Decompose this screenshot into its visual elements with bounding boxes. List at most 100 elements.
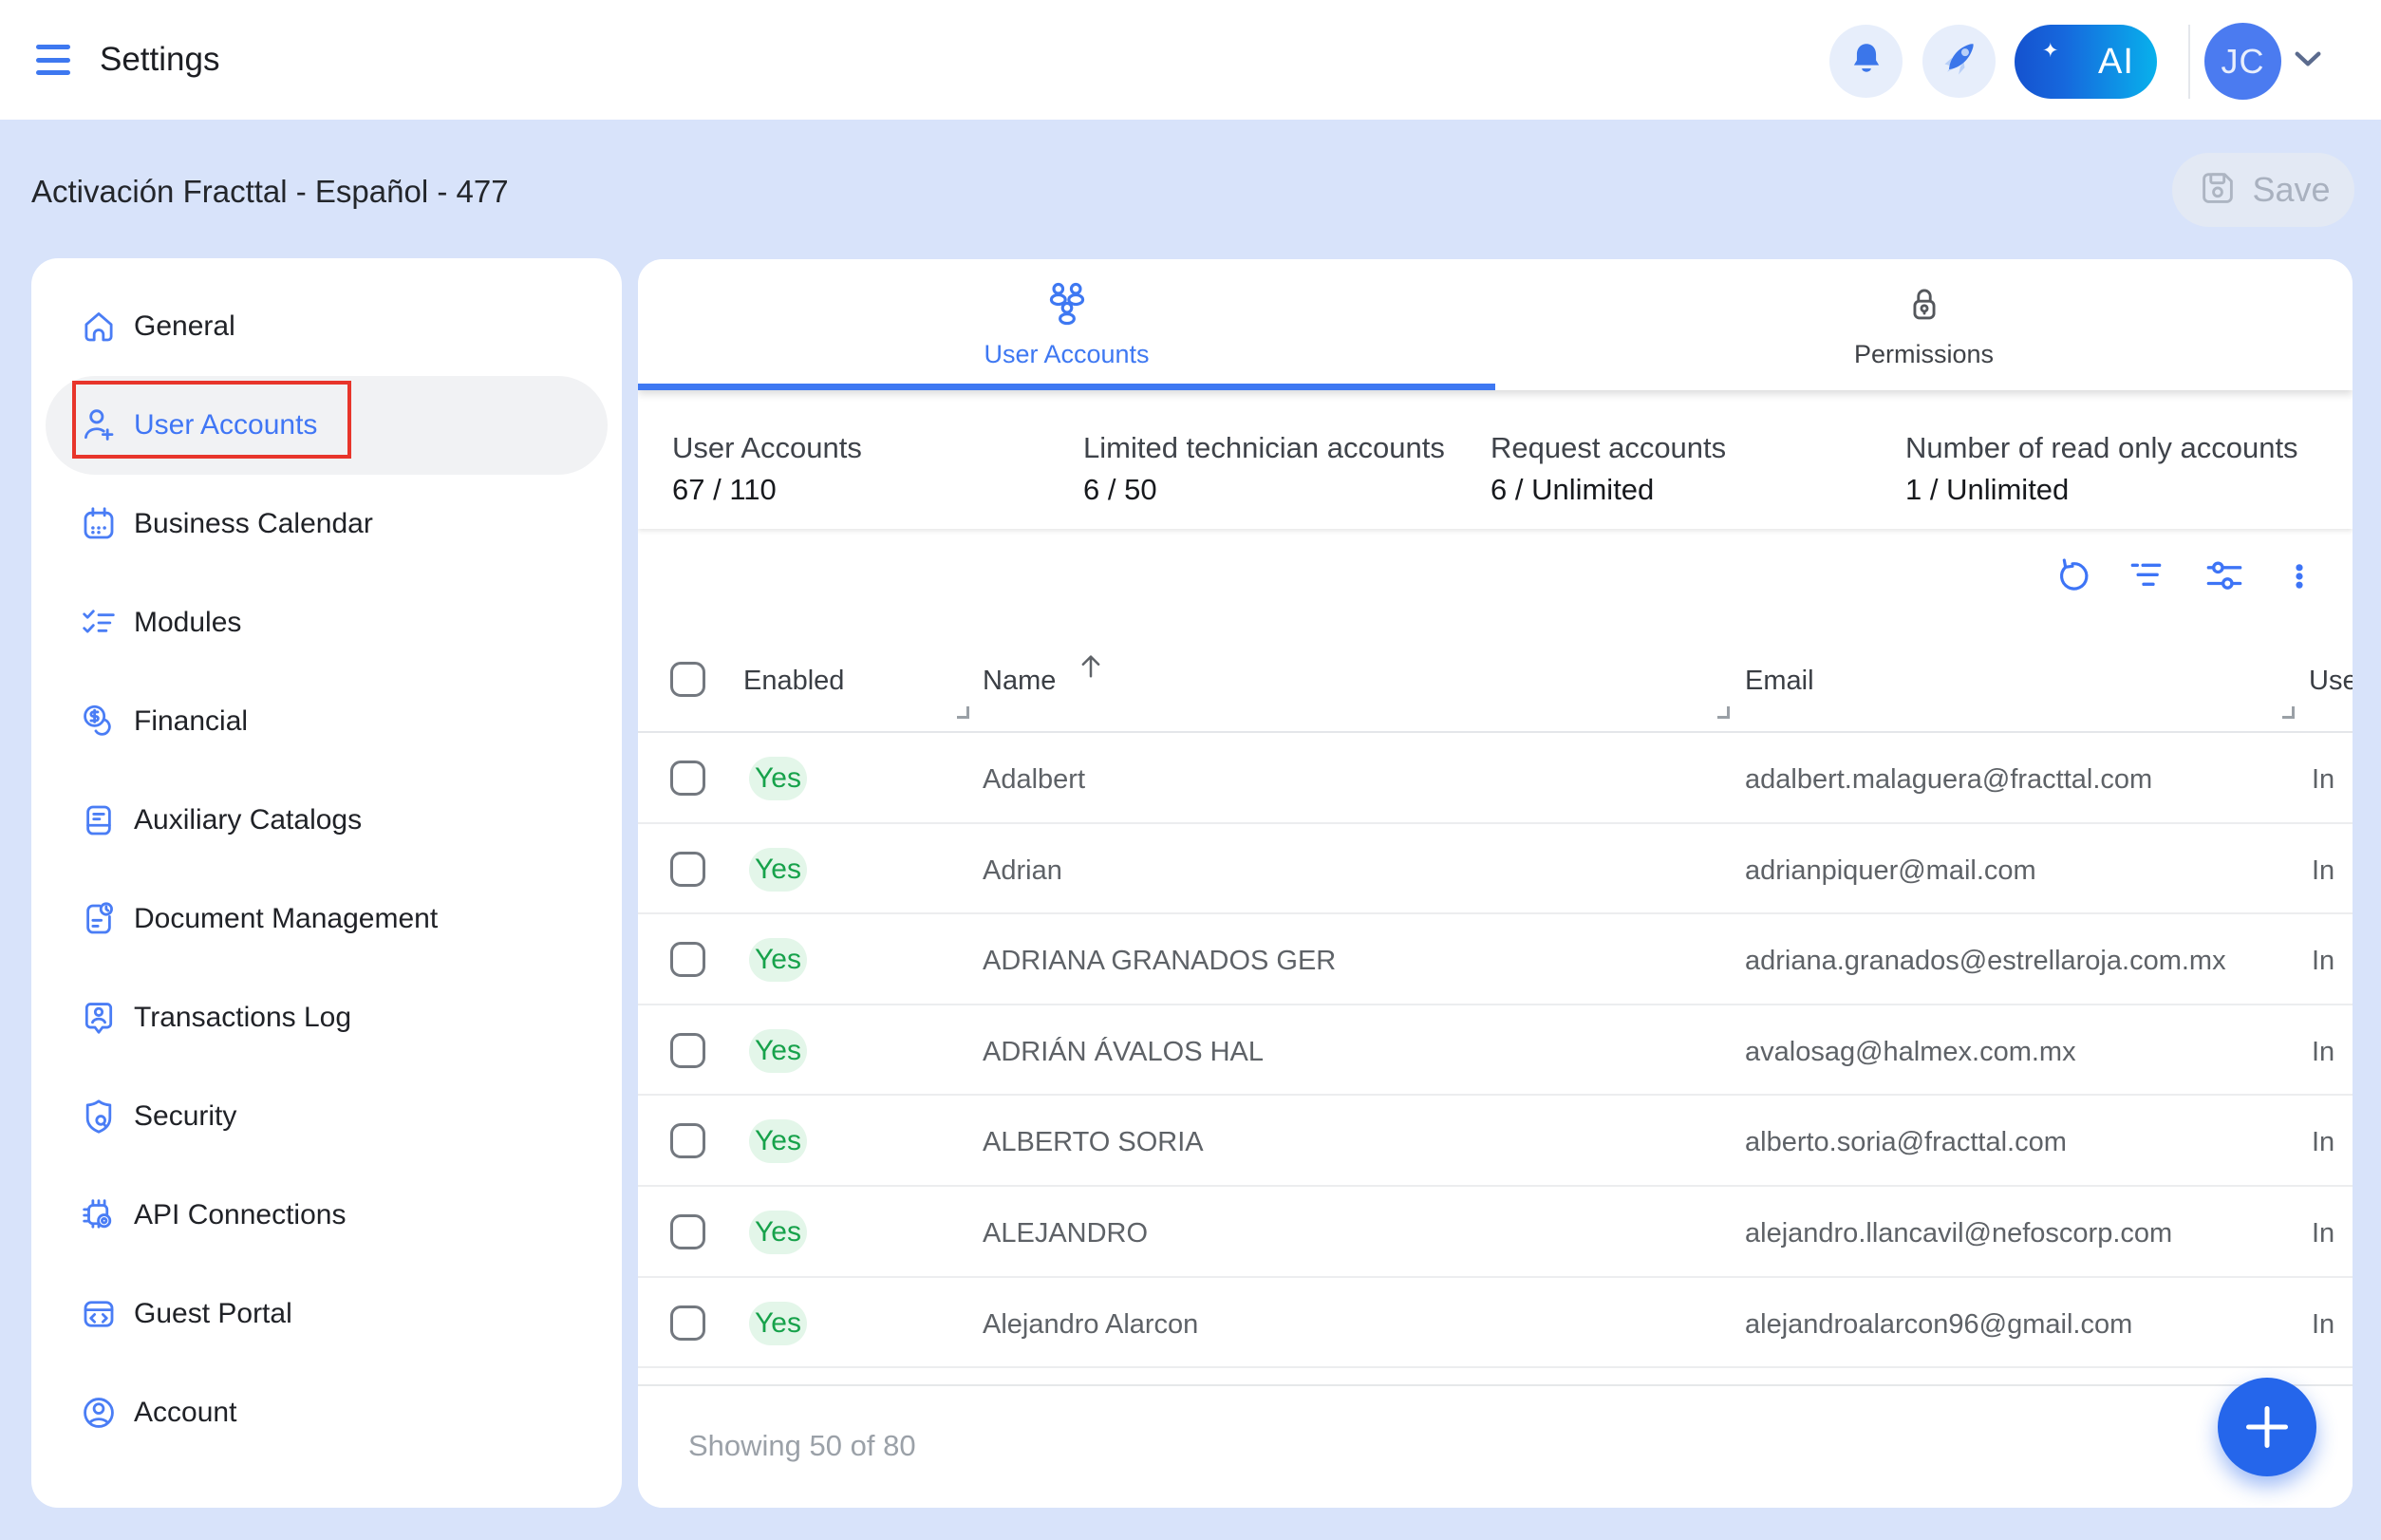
- table-row[interactable]: YesALBERTO SORIAalberto.soria@fracttal.c…: [638, 1096, 2353, 1187]
- table-row[interactable]: YesAdrianadrianpiquer@mail.comIn: [638, 824, 2353, 915]
- table-row[interactable]: YesALEJANDROalejandro.llancavil@nefoscor…: [638, 1187, 2353, 1278]
- sparkle-icon: ✦: [2042, 39, 2059, 63]
- sidebar-item-document-management[interactable]: Document Management: [46, 870, 608, 968]
- account-stats: User Accounts67 / 110Limited technician …: [638, 390, 2353, 529]
- row-checkbox[interactable]: [670, 852, 705, 887]
- tab-permissions[interactable]: Permissions: [1495, 259, 2353, 390]
- avatar[interactable]: JC: [2204, 23, 2281, 100]
- cell-email: adriana.granados@estrellaroja.com.mx: [1745, 946, 2226, 977]
- cell-email: adalbert.malaguera@fracttal.com: [1745, 764, 2152, 796]
- sidebar-item-api-connections[interactable]: API Connections: [46, 1166, 608, 1265]
- column-resize-handle[interactable]: [2282, 706, 2295, 719]
- home-icon: [79, 307, 119, 347]
- stat-request-accounts: Request accounts 6 / Unlimited: [1490, 433, 1726, 505]
- chip-gear-icon: [79, 1195, 119, 1235]
- sidebar-item-financial[interactable]: Financial: [46, 672, 608, 771]
- save-button[interactable]: Save: [2172, 153, 2354, 227]
- column-resize-handle[interactable]: [1717, 706, 1730, 719]
- page-title: Settings: [100, 0, 219, 120]
- table-row[interactable]: YesAlejandro Alarconalejandroalarcon96@g…: [638, 1278, 2353, 1369]
- user-add-icon: [79, 405, 119, 445]
- ai-assistant-button[interactable]: ✦ AI: [2015, 25, 2157, 99]
- menu-icon[interactable]: [36, 45, 70, 75]
- tab-label: User Accounts: [984, 340, 1149, 369]
- column-header-email[interactable]: Email: [1745, 666, 1814, 697]
- sort-ascending-icon[interactable]: [1077, 651, 1105, 685]
- add-user-button[interactable]: [2218, 1378, 2316, 1476]
- table-toolbar: [638, 529, 2353, 627]
- sidebar-item-label: Document Management: [134, 903, 438, 935]
- checklist-icon: [79, 603, 119, 643]
- sidebar-item-account[interactable]: Account: [46, 1363, 608, 1462]
- cell-user-type: In: [2312, 1309, 2334, 1341]
- stat-label: Request accounts: [1490, 433, 1726, 463]
- stat-number-of-read-only-accounts: Number of read only accounts1 / Unlimite…: [1905, 433, 2298, 505]
- notifications-button[interactable]: [1829, 25, 1903, 98]
- catalog-icon: [79, 800, 119, 840]
- cell-user-type: In: [2312, 855, 2334, 887]
- sidebar-item-label: Auxiliary Catalogs: [134, 804, 362, 836]
- row-checkbox[interactable]: [670, 1033, 705, 1068]
- coins-icon: [79, 702, 119, 742]
- sidebar-item-user-accounts[interactable]: User Accounts: [46, 376, 608, 475]
- account-menu-chevron[interactable]: [2293, 49, 2323, 73]
- cell-name: ALBERTO SORIA: [983, 1127, 1204, 1158]
- select-all-checkbox[interactable]: [670, 662, 705, 697]
- refresh-icon[interactable]: [2053, 557, 2091, 595]
- sidebar-item-auxiliary-catalogs[interactable]: Auxiliary Catalogs: [46, 771, 608, 870]
- column-header-name[interactable]: Name: [983, 666, 1056, 697]
- sidebar-item-modules[interactable]: Modules: [46, 573, 608, 672]
- bell-icon: [1847, 39, 1886, 84]
- sidebar-item-label: API Connections: [134, 1199, 346, 1231]
- document-clock-icon: [79, 899, 119, 939]
- cell-email: alejandro.llancavil@nefoscorp.com: [1745, 1218, 2172, 1249]
- stat-value: 6 / 50: [1083, 475, 1445, 505]
- horizontal-scrollbar[interactable]: [638, 1368, 2353, 1386]
- table-row[interactable]: YesADRIÁN ÁVALOS HALavalosag@halmex.com.…: [638, 1005, 2353, 1097]
- tab-user-accounts[interactable]: User Accounts: [638, 259, 1495, 390]
- stat-value: 6 / Unlimited: [1490, 475, 1726, 505]
- row-checkbox[interactable]: [670, 761, 705, 796]
- cell-name: Adalbert: [983, 764, 1085, 796]
- cell-name: ADRIANA GRANADOS GER: [983, 946, 1336, 977]
- table-footer: Showing 50 of 80: [638, 1386, 2353, 1508]
- tune-icon[interactable]: [2205, 557, 2243, 595]
- whats-new-button[interactable]: [1922, 25, 1996, 98]
- cell-user-type: In: [2312, 946, 2334, 977]
- sidebar-item-label: Security: [134, 1100, 236, 1133]
- cell-name: ADRIÁN ÁVALOS HAL: [983, 1037, 1264, 1068]
- group-icon: [1042, 280, 1092, 329]
- shield-icon: [79, 1097, 119, 1136]
- cell-email: alberto.soria@fracttal.com: [1745, 1127, 2067, 1158]
- sidebar-item-transactions-log[interactable]: Transactions Log: [46, 968, 608, 1067]
- cell-email: adrianpiquer@mail.com: [1745, 855, 2036, 887]
- column-header-enabled[interactable]: Enabled: [743, 666, 844, 697]
- enabled-badge: Yes: [749, 1211, 807, 1254]
- sidebar-item-label: Guest Portal: [134, 1298, 292, 1330]
- column-resize-handle[interactable]: [957, 706, 969, 719]
- sidebar-item-label: Modules: [134, 607, 241, 639]
- row-checkbox[interactable]: [670, 1123, 705, 1158]
- chevron-down-icon: [2293, 49, 2323, 73]
- row-checkbox[interactable]: [670, 942, 705, 977]
- column-header-usertype[interactable]: Use: [2309, 666, 2353, 697]
- kebab-menu-icon[interactable]: [2280, 557, 2318, 595]
- table-row[interactable]: YesADRIANA GRANADOS GERadriana.granados@…: [638, 914, 2353, 1005]
- tab-bar: User Accounts Permissions: [638, 259, 2353, 390]
- sidebar-item-guest-portal[interactable]: Guest Portal: [46, 1265, 608, 1363]
- row-checkbox[interactable]: [670, 1214, 705, 1249]
- settings-sidebar: GeneralUser AccountsBusiness Calendar Mod…: [31, 258, 622, 1508]
- table-row[interactable]: YesAdalbertadalbert.malaguera@fracttal.c…: [638, 733, 2353, 824]
- enabled-badge: Yes: [749, 1029, 807, 1073]
- browser-code-icon: [79, 1294, 119, 1334]
- sidebar-item-general[interactable]: General: [46, 277, 608, 376]
- breadcrumb: Activación Fracttal - Español - 477: [31, 174, 509, 210]
- sidebar-item-label: Financial: [134, 705, 248, 738]
- row-checkbox[interactable]: [670, 1305, 705, 1341]
- floppy-icon: [2196, 166, 2240, 215]
- filter-icon[interactable]: [2129, 557, 2167, 595]
- stat-value: 67 / 110: [672, 475, 862, 505]
- stat-user-accounts: User Accounts67 / 110: [672, 433, 862, 505]
- sidebar-item-security[interactable]: Security: [46, 1067, 608, 1166]
- sidebar-item-business-calendar[interactable]: Business Calendar: [46, 475, 608, 573]
